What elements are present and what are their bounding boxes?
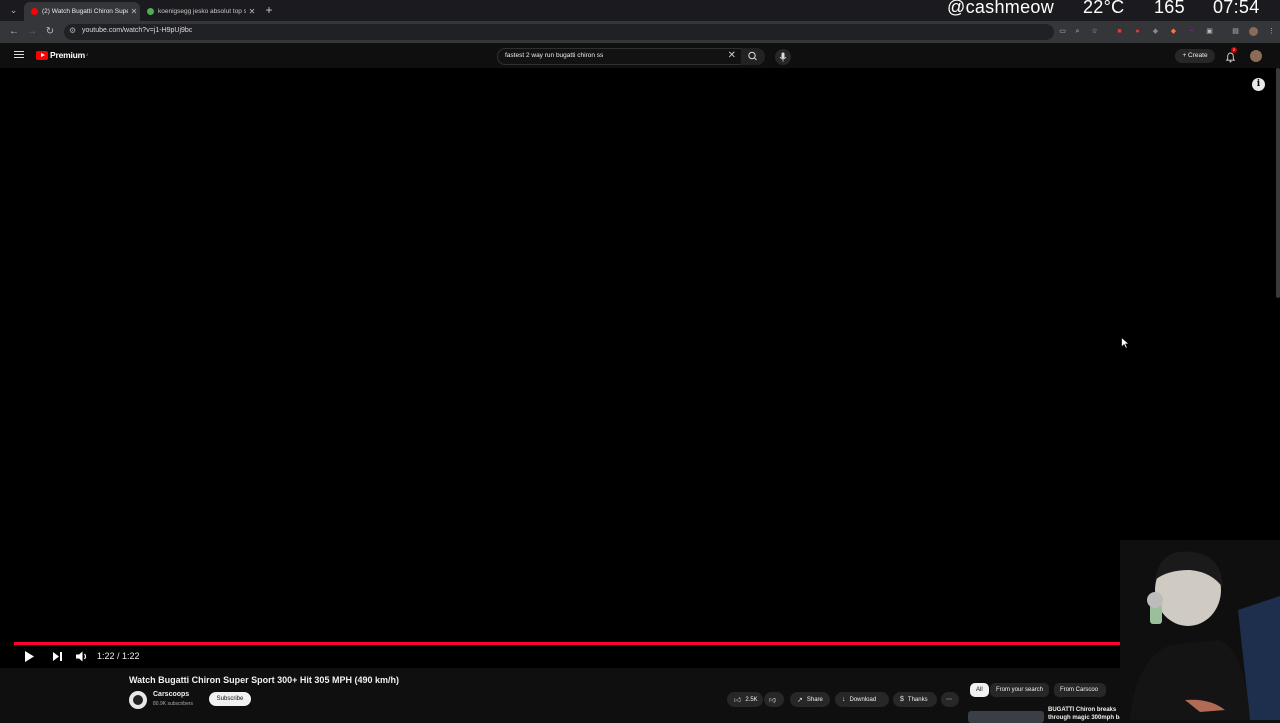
youtube-favicon-icon <box>31 8 38 15</box>
reload-icon[interactable]: ↻ <box>43 25 57 39</box>
play-icon <box>25 651 34 662</box>
extensions-puzzle-icon[interactable]: ▣ <box>1205 27 1214 36</box>
tab-title: koenigsegg jesko absolut top s <box>158 8 246 15</box>
url-field[interactable]: ⚙ youtube.com/watch?v=j1-H9pUj9bc <box>64 24 1054 40</box>
zoom-icon[interactable]: ⌕ <box>1073 27 1082 36</box>
create-label: Create <box>1188 52 1208 59</box>
browser-address-bar: ← → ↻ ⚙ youtube.com/watch?v=j1-H9pUj9bc … <box>0 21 1280 43</box>
super-thanks-icon: $ <box>900 696 904 703</box>
next-button[interactable] <box>50 649 65 664</box>
overlay-count: 165 <box>1154 0 1185 17</box>
clear-search-icon[interactable]: ✕ <box>728 50 736 61</box>
close-tab-icon[interactable]: ✕ <box>246 7 258 16</box>
download-icon: ↓ <box>842 696 846 703</box>
mouse-cursor-icon <box>1121 336 1130 354</box>
back-arrow-icon[interactable]: ← <box>7 25 21 39</box>
download-button[interactable]: ↓ Download <box>835 692 889 707</box>
dislike-button[interactable]: 👎︎ <box>764 692 784 707</box>
microphone-icon <box>779 52 787 62</box>
logo-text: Premium <box>50 50 85 60</box>
share-label: Share <box>806 696 823 703</box>
thumbs-up-icon: 👍︎ <box>734 697 742 704</box>
video-player[interactable] <box>0 68 1280 668</box>
youtube-play-logo-icon <box>36 50 48 60</box>
overlay-temperature: 22°C <box>1083 0 1125 17</box>
notification-count-badge: 2 <box>1231 47 1237 53</box>
extension-red-icon[interactable]: ■ <box>1115 27 1124 36</box>
time-display: 1:22 / 1:22 <box>97 651 140 661</box>
account-avatar[interactable] <box>1250 50 1262 62</box>
like-count: 2.5K <box>745 696 758 703</box>
search-icon <box>748 51 757 61</box>
forward-arrow-icon[interactable]: → <box>25 25 39 39</box>
country-code-icon: ♪ <box>85 52 89 58</box>
side-panel-icon[interactable]: ▤ <box>1231 27 1240 36</box>
extension-purple-icon[interactable]: ~ <box>1187 27 1196 36</box>
more-actions-button[interactable]: ⋯ <box>941 692 959 707</box>
recommendation-thumbnail[interactable] <box>968 711 1044 723</box>
chip-from-your-search[interactable]: From your search <box>990 683 1050 697</box>
next-icon <box>53 652 62 661</box>
subscribe-button[interactable]: Subscribe <box>209 692 251 706</box>
create-button[interactable]: + Create <box>1175 49 1215 63</box>
search-button[interactable] <box>741 48 765 65</box>
thumbs-down-icon: 👎︎ <box>769 697 777 704</box>
extension-orange-icon[interactable]: ◆ <box>1169 27 1178 36</box>
volume-icon <box>76 651 87 662</box>
overlay-clock: 07:54 <box>1213 0 1260 17</box>
mute-button[interactable] <box>74 649 89 664</box>
browser-tab-youtube[interactable]: (2) Watch Bugatti Chiron Super ✕ <box>24 2 140 21</box>
voice-search-button[interactable] <box>775 49 791 65</box>
overlay-handle: @cashmeow <box>947 0 1055 17</box>
extension-shield-icon[interactable]: ◆ <box>1151 27 1160 36</box>
subscriber-count: 80.9K subscribers <box>153 701 194 707</box>
like-button[interactable]: 👍︎ 2.5K <box>727 692 763 707</box>
page-scrollbar[interactable] <box>1276 68 1280 298</box>
tab-title: (2) Watch Bugatti Chiron Super <box>42 8 128 15</box>
cast-icon[interactable]: ▭ <box>1058 27 1067 36</box>
chip-all[interactable]: All <box>970 683 989 697</box>
bookmark-star-icon[interactable]: ☆ <box>1090 27 1099 36</box>
search-query: fastest 2 way run bugatti chiron ss <box>505 52 604 59</box>
thanks-button[interactable]: $ Thanks <box>893 692 937 707</box>
thanks-label: Thanks <box>907 696 928 703</box>
streamer-webcam <box>1120 540 1280 720</box>
browser-tab-search[interactable]: koenigsegg jesko absolut top s ✕ <box>140 2 258 21</box>
tab-search-chevron-icon[interactable]: ⌄ <box>7 4 20 17</box>
play-button[interactable] <box>22 649 37 664</box>
browser-menu-icon[interactable]: ⋮ <box>1267 27 1276 36</box>
search-input[interactable]: fastest 2 way run bugatti chiron ss ✕ <box>497 48 743 65</box>
google-favicon-icon <box>147 8 154 15</box>
chip-from-channel[interactable]: From Carscoo <box>1054 683 1106 697</box>
new-tab-button[interactable]: + <box>262 3 276 17</box>
video-progress-bar[interactable] <box>14 642 1266 645</box>
info-icon[interactable]: i <box>1252 78 1265 91</box>
channel-name[interactable]: Carscoops <box>153 691 189 698</box>
share-icon: ↗ <box>797 696 803 704</box>
channel-avatar[interactable] <box>129 691 147 709</box>
video-title: Watch Bugatti Chiron Super Sport 300+ Hi… <box>129 675 399 685</box>
close-tab-icon[interactable]: ✕ <box>128 7 140 16</box>
extension-circle-icon[interactable]: ● <box>1133 27 1142 36</box>
site-info-icon[interactable]: ⚙ <box>69 26 76 35</box>
youtube-masthead: Premium ♪ fastest 2 way run bugatti chir… <box>0 43 1280 68</box>
url-text: youtube.com/watch?v=j1-H9pUj9bc <box>82 27 193 34</box>
more-actions-icon: ⋯ <box>946 697 952 703</box>
share-button[interactable]: ↗ Share <box>790 692 830 707</box>
guide-menu-icon[interactable] <box>14 51 24 59</box>
profile-avatar-icon[interactable] <box>1249 27 1258 36</box>
download-label: Download <box>849 696 877 703</box>
youtube-logo[interactable]: Premium ♪ <box>36 50 88 60</box>
